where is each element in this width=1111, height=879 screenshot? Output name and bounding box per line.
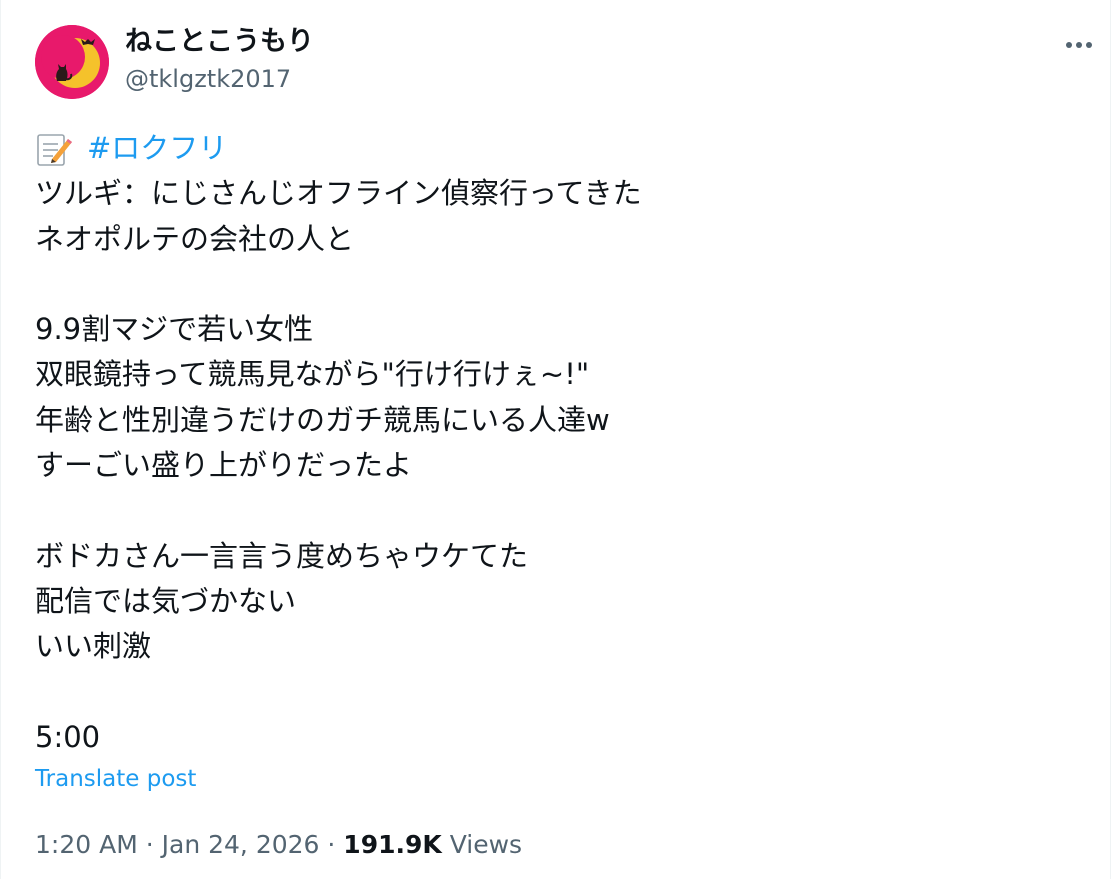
post-line: 双眼鏡持って競馬見ながら"行け行けぇ~!" <box>35 357 590 392</box>
post-date[interactable]: Jan 24, 2026 <box>162 830 320 859</box>
hashtag-line: #ロクフリ <box>35 126 1075 171</box>
post-line: 配信では気づかない <box>35 583 297 618</box>
post-line: 9.9割マジで若い女性 <box>35 312 314 347</box>
views-count[interactable]: 191.9K <box>343 830 441 859</box>
translate-post-link[interactable]: Translate post <box>35 763 196 795</box>
post-line: ネオポルテの会社の人と <box>35 221 355 256</box>
post-line <box>35 488 1075 533</box>
post-line: 5:00 <box>35 719 101 754</box>
views-label: Views <box>449 830 523 859</box>
author-handle[interactable]: @tklgztk2017 <box>125 62 291 96</box>
memo-icon <box>35 130 73 168</box>
post-line: すーごい盛り上がりだったよ <box>35 448 413 483</box>
post-line <box>35 262 1075 307</box>
post-line: いい刺激 <box>35 629 152 664</box>
more-horizontal-icon <box>1066 42 1092 48</box>
post-line: ボドカさん一言言う度めちゃウケてた <box>35 538 529 573</box>
meta-separator: · <box>145 830 154 859</box>
more-options-button[interactable] <box>1059 28 1099 62</box>
post-line <box>35 670 1075 715</box>
post-text: #ロクフリ ツルギ：にじさんじオフライン偵察行ってきた ネオポルテの会社の人と … <box>35 126 1075 760</box>
post-meta: 1:20 AM · Jan 24, 2026 · 191.9K Views <box>35 828 522 862</box>
post-line: 年齢と性別違うだけのガチ競馬にいる人達w <box>35 402 610 437</box>
post-line: ツルギ：にじさんじオフライン偵察行ってきた <box>35 176 642 211</box>
hashtag-link[interactable]: #ロクフリ <box>87 126 227 171</box>
avatar[interactable] <box>35 25 109 99</box>
post-card: ねことこうもり @tklgztk2017 #ロクフリ ツルギ：にじさんじオフライ… <box>0 0 1111 879</box>
meta-separator: · <box>327 830 336 859</box>
author-display-name[interactable]: ねことこうもり <box>125 24 314 60</box>
moon-cat-bat-avatar-icon <box>35 25 109 99</box>
post-time[interactable]: 1:20 AM <box>35 830 138 859</box>
